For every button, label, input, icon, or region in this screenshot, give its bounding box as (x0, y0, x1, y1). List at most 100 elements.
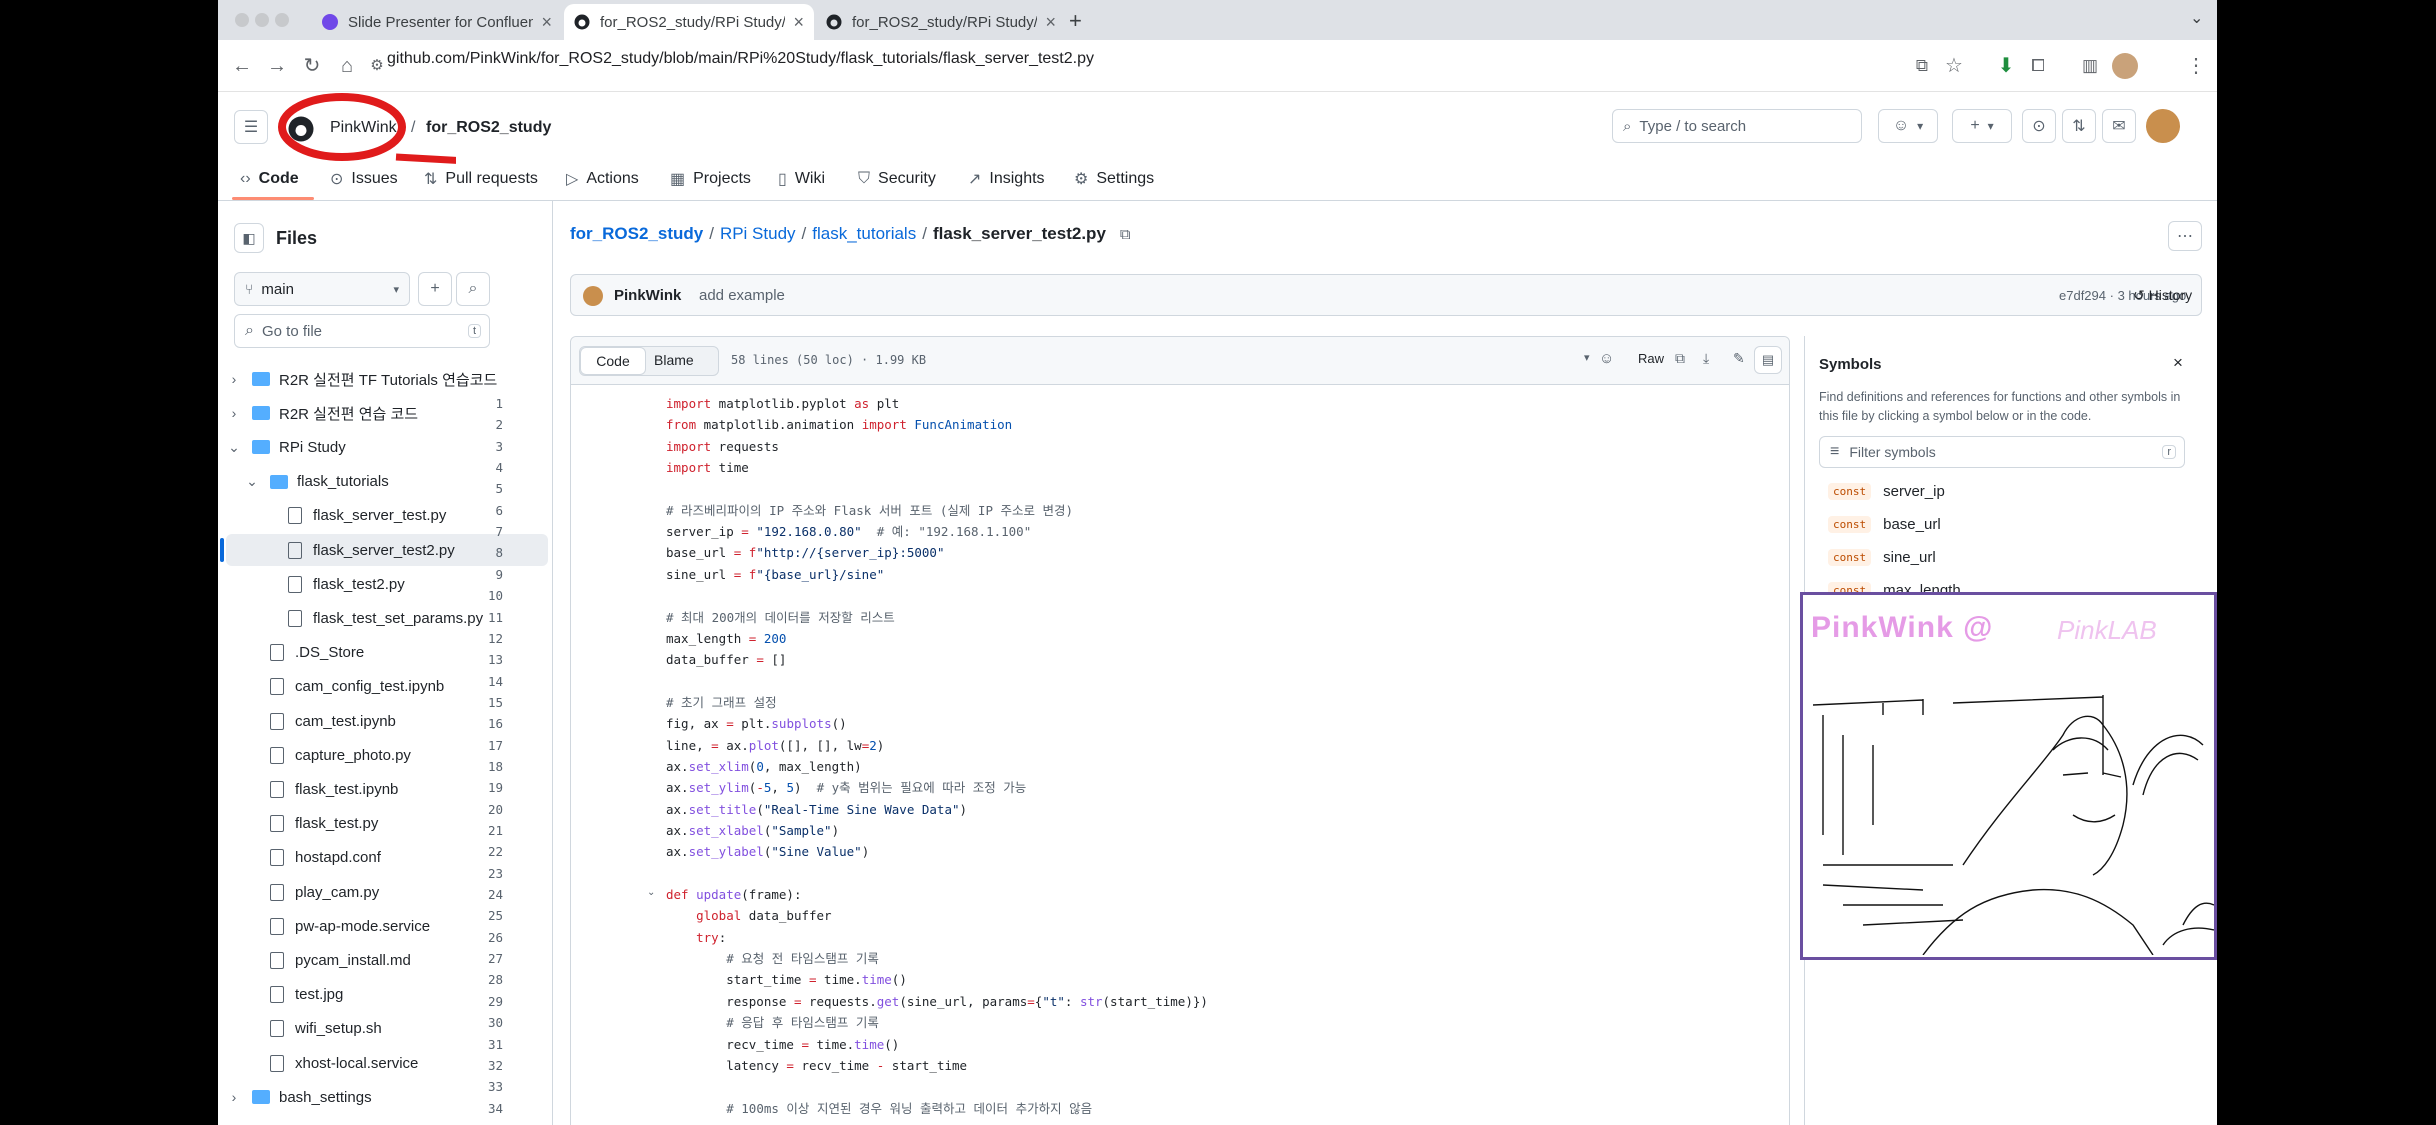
code-line[interactable]: fig, ax = plt.subplots() (666, 713, 847, 734)
code-line[interactable]: data_buffer = [] (666, 649, 786, 670)
go-to-file-input[interactable]: ⌕ Go to file t (234, 314, 490, 348)
inbox-icon[interactable]: ✉ (2102, 109, 2136, 143)
add-file-button[interactable]: + (418, 272, 452, 306)
tab-issues[interactable]: ⊙ Issues (330, 165, 398, 193)
code-line[interactable]: ax.set_ylabel("Sine Value") (666, 841, 869, 862)
line-number[interactable]: 19 (453, 777, 503, 798)
code-tab-button[interactable]: Code (580, 347, 646, 375)
close-icon[interactable]: × (1045, 12, 1056, 33)
side-panel-icon[interactable]: ▥ (2078, 54, 2102, 78)
code-line[interactable]: import time (666, 457, 749, 478)
tab-settings[interactable]: ⚙ Settings (1074, 165, 1154, 193)
chevron-down-icon[interactable]: ⌄ (244, 473, 260, 490)
code-line[interactable]: # 요청 전 타임스탬프 기록 (666, 948, 879, 969)
chevron-right-icon[interactable]: › (226, 405, 242, 421)
copilot-button[interactable]: ☺ ▾ (1878, 109, 1938, 143)
line-number[interactable]: 17 (453, 735, 503, 756)
address-bar[interactable]: github.com/PinkWink/for_ROS2_study/blob/… (387, 50, 1094, 68)
tab-pull-requests[interactable]: ⇅ Pull requests (424, 165, 538, 193)
tab-security[interactable]: ⛉ Security (858, 165, 936, 193)
profile-avatar[interactable] (2112, 53, 2138, 79)
commit-hash[interactable]: e7df294 (2059, 288, 2106, 303)
code-line[interactable]: # 100ms 이상 지연된 경우 워닝 출력하고 데이터 추가하지 않음 (666, 1098, 1092, 1119)
reload-icon[interactable]: ↻ (300, 54, 324, 78)
tab-search-button[interactable]: ⌄ (2190, 8, 2203, 28)
breadcrumb-dir-link[interactable]: RPi Study (720, 224, 796, 244)
code-line[interactable]: ax.set_title("Real-Time Sine Wave Data") (666, 799, 967, 820)
line-number[interactable]: 31 (453, 1034, 503, 1055)
github-logo-icon[interactable] (288, 116, 314, 142)
edit-icon[interactable]: ✎ (1733, 350, 1745, 367)
avatar[interactable] (2146, 109, 2180, 143)
line-number[interactable]: 21 (453, 820, 503, 841)
bookmark-star-icon[interactable]: ☆ (1942, 54, 1966, 78)
line-number[interactable]: 34 (453, 1098, 503, 1119)
line-number[interactable]: 27 (453, 948, 503, 969)
extensions-icon[interactable]: ⧠ (2026, 54, 2050, 78)
copy-path-icon[interactable]: ⧉ (1120, 226, 1131, 243)
chevron-right-icon[interactable]: › (226, 1089, 242, 1105)
code-line[interactable]: latency = recv_time - start_time (666, 1055, 967, 1076)
code-line[interactable]: # 초기 그래프 설정 (666, 692, 777, 713)
line-number[interactable]: 5 (453, 478, 503, 499)
close-icon[interactable]: × (793, 12, 804, 33)
tab-wiki[interactable]: ▯ Wiki (778, 165, 825, 193)
line-number[interactable]: 28 (453, 969, 503, 990)
line-number[interactable]: 11 (453, 607, 503, 628)
close-window-button[interactable] (235, 13, 249, 27)
history-button[interactable]: ↺ History (2133, 287, 2192, 304)
breadcrumb-dir-link[interactable]: flask_tutorials (812, 224, 916, 244)
code-line[interactable]: recv_time = time.time() (666, 1034, 899, 1055)
repo-link[interactable]: for_ROS2_study (426, 119, 551, 137)
chevron-down-icon[interactable]: ⌄ (226, 439, 242, 456)
line-number[interactable]: 15 (453, 692, 503, 713)
tab-actions[interactable]: ▷ Actions (566, 165, 639, 193)
collapse-sidebar-icon[interactable]: ◧ (234, 223, 264, 253)
code-line[interactable]: global data_buffer (666, 905, 831, 926)
more-options-icon[interactable]: ⋯ (2168, 221, 2202, 251)
search-files-button[interactable]: ⌕ (456, 272, 490, 306)
create-new-button[interactable]: + ▾ (1952, 109, 2012, 143)
line-number[interactable]: 26 (453, 927, 503, 948)
symbols-toggle-icon[interactable]: ▤ (1754, 346, 1782, 374)
raw-button[interactable]: Raw (1638, 351, 1664, 366)
line-number[interactable]: 8 (453, 542, 503, 563)
line-number[interactable]: 7 (453, 521, 503, 542)
commit-author[interactable]: PinkWink (614, 287, 681, 304)
tab-code[interactable]: ‹› Code (240, 165, 299, 193)
code-line[interactable]: from matplotlib.animation import FuncAni… (666, 414, 1012, 435)
chevron-down-icon[interactable]: ▾ (1584, 351, 1590, 364)
copy-icon[interactable]: ⧉ (1675, 350, 1685, 367)
copilot-icon[interactable]: ☺ (1599, 350, 1614, 367)
code-line[interactable]: def update(frame): (666, 884, 801, 905)
close-icon[interactable]: × (2173, 353, 2183, 373)
line-number[interactable]: 12 (453, 628, 503, 649)
blame-tab-button[interactable]: Blame (654, 352, 694, 368)
chevron-right-icon[interactable]: › (226, 371, 242, 387)
back-icon[interactable]: ← (230, 54, 254, 78)
issues-icon[interactable]: ⊙ (2022, 109, 2056, 143)
maximize-window-button[interactable] (275, 13, 289, 27)
code-line[interactable]: # 라즈베리파이의 IP 주소와 Flask 서버 포트 (실제 IP 주소로 … (666, 500, 1073, 521)
line-number[interactable]: 10 (453, 585, 503, 606)
symbol-item[interactable]: const server_ip (1828, 476, 1945, 506)
line-number[interactable]: 1 (453, 393, 503, 414)
breadcrumb-repo-link[interactable]: for_ROS2_study (570, 224, 703, 244)
browser-tab[interactable]: Slide Presenter for Confluenc × (312, 4, 562, 40)
code-line[interactable]: import matplotlib.pyplot as plt (666, 393, 899, 414)
line-number[interactable]: 24 (453, 884, 503, 905)
code-line[interactable]: server_ip = "192.168.0.80" # 예: "192.168… (666, 521, 1031, 542)
line-number[interactable]: 32 (453, 1055, 503, 1076)
line-number[interactable]: 4 (453, 457, 503, 478)
line-number[interactable]: 29 (453, 991, 503, 1012)
owner-link[interactable]: PinkWink (330, 119, 397, 137)
commit-message[interactable]: add example (699, 287, 785, 304)
line-number[interactable]: 22 (453, 841, 503, 862)
new-tab-button[interactable]: + (1069, 8, 1082, 34)
code-line[interactable]: ax.set_xlim(0, max_length) (666, 756, 862, 777)
download-icon[interactable]: ⤓ (1703, 350, 1709, 367)
tab-projects[interactable]: ▦ Projects (670, 165, 751, 193)
line-number[interactable]: 18 (453, 756, 503, 777)
code-line[interactable]: import requests (666, 436, 779, 457)
line-number[interactable]: 9 (453, 564, 503, 585)
